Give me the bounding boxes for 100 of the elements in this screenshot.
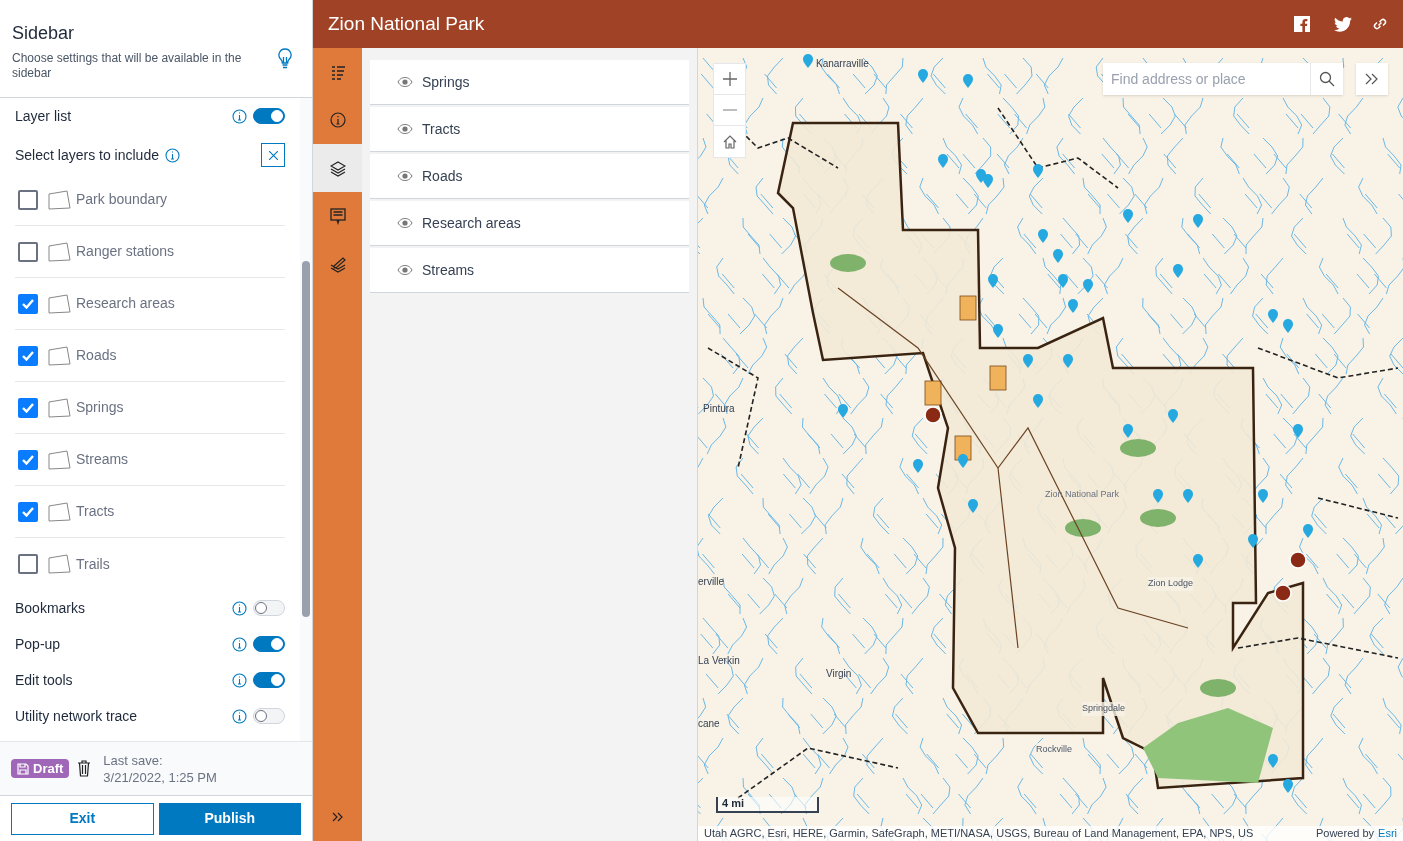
double-chevron-icon [1365, 73, 1379, 85]
checkbox[interactable] [18, 397, 38, 418]
powered-by-text: Powered by [1315, 826, 1375, 841]
setting-label: Edit tools [15, 670, 74, 690]
app-title: Zion National Park [328, 11, 486, 36]
scrollbar-thumb[interactable] [302, 261, 310, 617]
layer-label: Research areas [76, 294, 175, 313]
layer-label: Ranger stations [76, 242, 175, 261]
layer-item[interactable]: Streams [370, 248, 689, 293]
layer-label: Trails [76, 554, 110, 574]
layer-label: Streams [76, 450, 129, 469]
toggle-switch[interactable] [253, 636, 285, 652]
polygon-icon [48, 501, 71, 522]
facebook-icon[interactable] [1294, 16, 1310, 32]
info-icon[interactable] [232, 108, 247, 124]
double-chevron-icon [331, 812, 344, 822]
map-label: Springdale [1082, 702, 1126, 716]
layer-name: Springs [422, 72, 470, 92]
setting-label: Layer list [15, 106, 73, 126]
map-label: Kanarraville [816, 57, 869, 71]
toggle-switch[interactable] [253, 108, 285, 124]
minus-icon [722, 109, 737, 111]
map-label: cane [698, 717, 720, 731]
info-icon[interactable] [164, 147, 180, 163]
checkbox[interactable] [18, 345, 38, 366]
scale-bar: 4 mi [716, 797, 819, 813]
setting-label: Utility network trace [15, 706, 139, 726]
layer-label: Roads [76, 346, 117, 365]
layer-name: Roads [422, 166, 463, 186]
layer-name: Streams [422, 260, 475, 280]
eye-icon [397, 124, 413, 134]
layer-name: Tracts [422, 119, 461, 139]
legend-icon [329, 63, 346, 81]
draft-badge: Draft [11, 759, 70, 778]
layer-item[interactable]: Springs [370, 60, 689, 105]
checkmark-icon [22, 350, 34, 361]
map-label: Virgin [826, 667, 852, 681]
layer-item[interactable]: Roads [370, 154, 689, 199]
map-label: La Verkin [698, 654, 740, 668]
info-icon [329, 111, 346, 129]
checkmark-icon [22, 454, 34, 465]
layer-label: Tracts [76, 502, 115, 521]
layer-name: Research areas [422, 213, 521, 233]
info-icon[interactable] [232, 708, 247, 724]
section-label: Select layers to include [15, 145, 159, 165]
polygon-icon [48, 449, 71, 470]
polygon-icon [48, 241, 71, 262]
map-label: Zion National Park [1045, 488, 1120, 501]
eye-icon [397, 77, 413, 87]
exit-button[interactable]: Exit [11, 802, 154, 835]
toggle-switch[interactable] [253, 672, 285, 688]
trash-icon[interactable] [77, 760, 92, 777]
map-label: erville [698, 575, 725, 589]
clear-button[interactable] [261, 143, 285, 167]
close-icon [268, 150, 278, 160]
last-save-time: 3/21/2022, 1:25 PM [103, 768, 217, 786]
info-icon[interactable] [232, 636, 247, 652]
layer-label: Springs [76, 398, 124, 417]
polygon-icon [48, 554, 71, 574]
twitter-icon[interactable] [1334, 16, 1352, 32]
info-icon[interactable] [232, 672, 247, 688]
save-icon [17, 762, 29, 775]
panel-title: Sidebar [12, 22, 76, 45]
polygon-icon [48, 345, 71, 366]
link-icon[interactable] [1372, 16, 1388, 32]
layer-item[interactable]: Tracts [370, 107, 689, 152]
layer-item[interactable]: Research areas [370, 201, 689, 246]
plus-icon [722, 72, 737, 86]
last-save-label: Last save: [103, 751, 164, 769]
checkbox[interactable] [18, 293, 38, 314]
checkbox[interactable] [18, 241, 38, 262]
setting-label: Pop-up [15, 634, 62, 654]
popup-icon [329, 207, 346, 225]
checkbox[interactable] [18, 189, 38, 210]
checkbox[interactable] [18, 554, 38, 574]
polygon-icon [48, 397, 71, 418]
layers-icon [329, 159, 346, 177]
checkmark-icon [22, 402, 34, 413]
edit-layers-icon [329, 255, 346, 273]
checkmark-icon [22, 298, 34, 309]
map-label: Zion Lodge [1148, 577, 1194, 591]
checkmark-icon [22, 506, 34, 517]
checkbox[interactable] [18, 449, 38, 470]
publish-button[interactable]: Publish [158, 802, 301, 835]
home-icon [722, 134, 737, 149]
layer-label: Park boundary [76, 190, 168, 209]
eye-icon [397, 265, 413, 275]
eye-icon [397, 171, 413, 181]
esri-link[interactable]: Esri [1378, 825, 1397, 841]
setting-label: Bookmarks [15, 598, 87, 618]
map-attribution: Utah AGRC, Esri, HERE, Garmin, SafeGraph, METI/NASA, USGS, Bureau of Land Management, EPA, NPS, US [704, 826, 1255, 841]
polygon-icon [48, 189, 71, 210]
checkbox[interactable] [18, 501, 38, 522]
map-label: Pintura [703, 402, 735, 416]
rail-tab[interactable] [313, 144, 362, 192]
eye-icon [397, 218, 413, 228]
info-icon[interactable] [232, 600, 247, 616]
search-icon [1319, 71, 1335, 87]
lightbulb-icon [278, 48, 292, 70]
polygon-icon [48, 293, 71, 314]
